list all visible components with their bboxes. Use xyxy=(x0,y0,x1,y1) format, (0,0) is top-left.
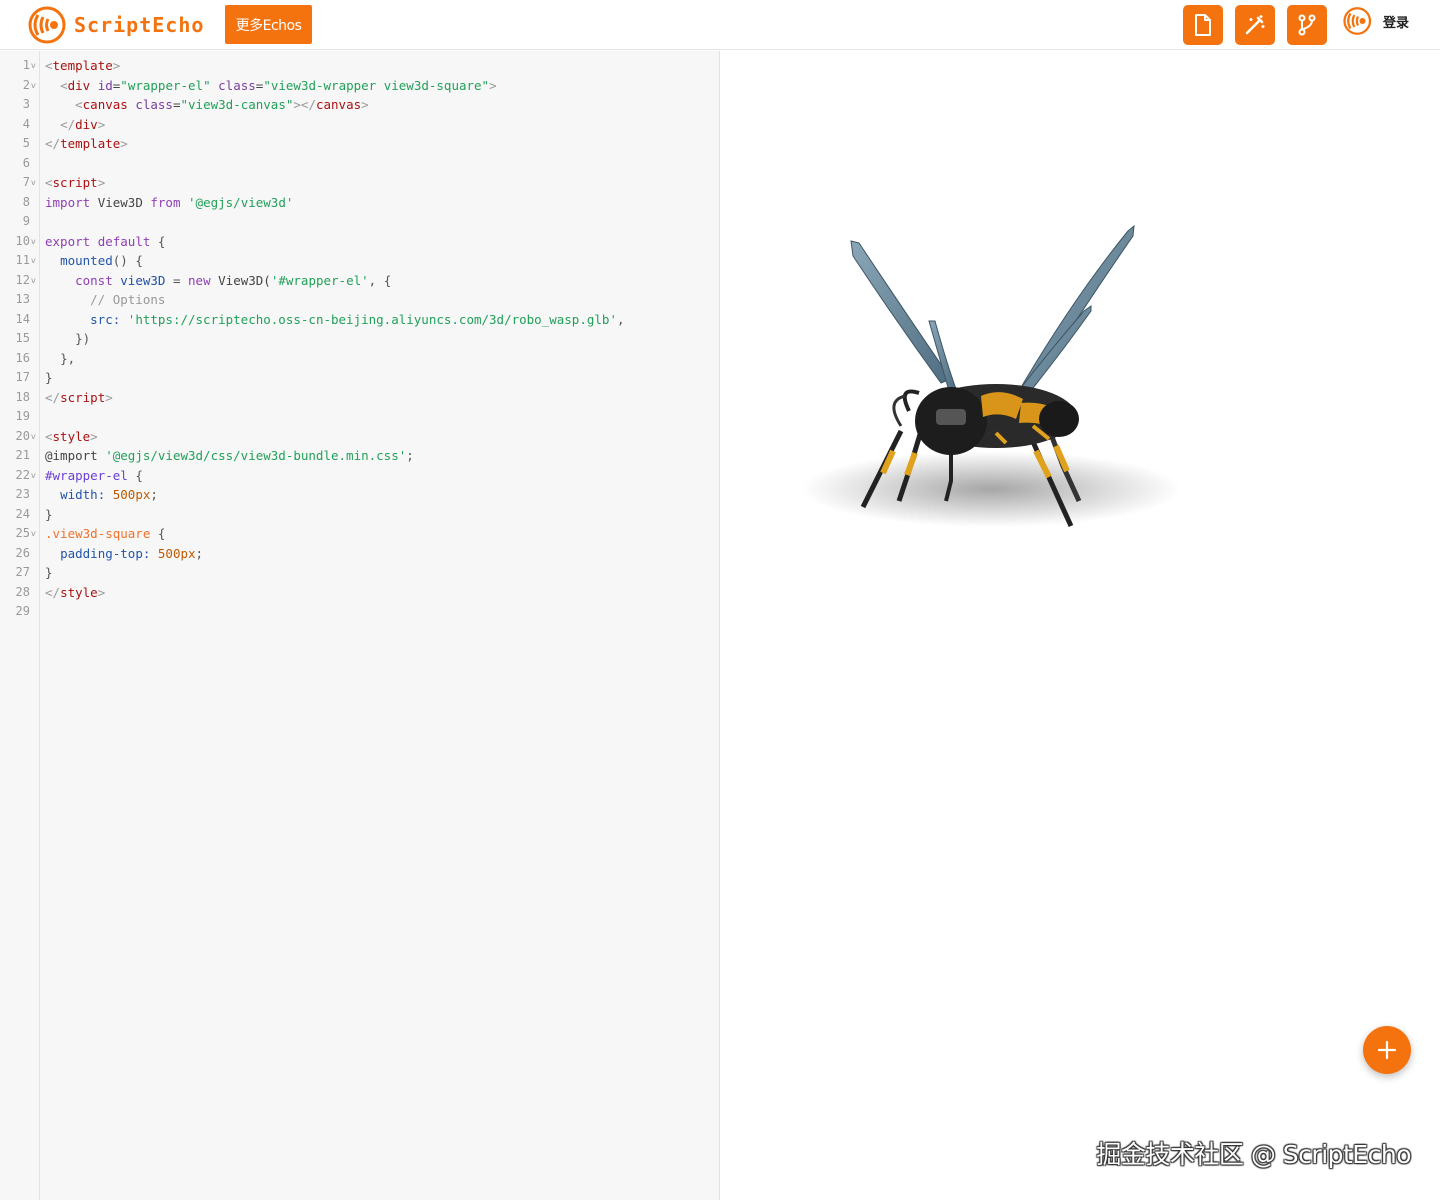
new-file-icon xyxy=(1195,14,1211,36)
fold-toggle-icon[interactable]: v xyxy=(31,56,39,76)
line-number: 21 xyxy=(15,448,30,462)
code-line: </script> xyxy=(45,389,113,405)
preview-pane: 掘金技术社区 @ ScriptEcho xyxy=(721,51,1440,1200)
code-line: } xyxy=(45,565,53,580)
line-number: 4 xyxy=(22,116,30,131)
line-number: 27 xyxy=(15,565,30,579)
code-line: </style> xyxy=(45,584,106,600)
line-number: 12 xyxy=(15,272,30,287)
code-line: width: 500px; xyxy=(60,487,158,502)
line-number: 24 xyxy=(15,506,30,521)
line-number: 28 xyxy=(15,584,30,599)
magic-button[interactable] xyxy=(1235,5,1275,45)
code-line: <style> xyxy=(45,428,98,444)
code-line: @import '@egjs/view3d/css/view3d-bundle.… xyxy=(45,448,414,463)
code-line: }) xyxy=(75,331,91,346)
fold-toggle-icon[interactable]: v xyxy=(31,232,39,252)
code-line: import View3D from '@egjs/view3d' xyxy=(45,194,294,210)
code-line: <template> xyxy=(45,58,121,73)
code-line: } xyxy=(45,506,53,522)
line-number: 29 xyxy=(15,604,30,618)
git-branch-icon xyxy=(1298,14,1316,36)
line-number-gutter: 1 v 2 v 3 4 5 6 7 v 8 9 10 v 11 v 12 v 1… xyxy=(0,51,40,1200)
code-line: <canvas class="view3d-canvas"></canvas> xyxy=(75,97,369,112)
line-number: 18 xyxy=(15,389,30,404)
code-line: export default { xyxy=(45,233,166,249)
line-number: 6 xyxy=(22,155,30,170)
code-line: const view3D = new View3D('#wrapper-el',… xyxy=(75,272,392,288)
add-fab-button[interactable] xyxy=(1363,1026,1411,1074)
line-number: 1 xyxy=(22,58,30,72)
login-area[interactable]: 登录 xyxy=(1343,5,1409,37)
fold-toggle-icon[interactable]: v xyxy=(31,466,39,486)
code-line: </div> xyxy=(60,116,106,132)
line-number: 2 xyxy=(22,77,30,92)
code-line: #wrapper-el { xyxy=(45,467,143,483)
fold-toggle-icon[interactable]: v xyxy=(31,427,39,447)
line-number: 22 xyxy=(15,467,30,482)
line-number: 9 xyxy=(22,214,30,228)
code-line: <script> xyxy=(45,175,106,190)
line-number: 11 xyxy=(15,253,30,267)
line-number: 15 xyxy=(15,331,30,345)
line-number: 10 xyxy=(15,233,30,248)
line-number: 13 xyxy=(15,292,30,306)
user-avatar-icon xyxy=(1343,7,1372,35)
plus-icon xyxy=(1377,1040,1397,1060)
top-bar: ScriptEcho 更多Echos 登录 xyxy=(0,0,1440,50)
line-number: 17 xyxy=(15,370,30,384)
code-line: src: 'https://scriptecho.oss-cn-beijing.… xyxy=(90,311,625,327)
code-line: } xyxy=(45,370,53,385)
code-line: .view3d-square { xyxy=(45,526,166,541)
scriptecho-logo-icon xyxy=(28,6,66,44)
code-line: // Options xyxy=(90,292,166,307)
code-content[interactable]: <template> <div id="wrapper-el" class="v… xyxy=(45,56,625,622)
code-line: <div id="wrapper-el" class="view3d-wrapp… xyxy=(60,77,497,93)
line-number: 25 xyxy=(15,526,30,540)
line-number: 26 xyxy=(15,545,30,560)
line-number: 5 xyxy=(22,136,30,150)
line-number: 23 xyxy=(15,487,30,501)
code-line: }, xyxy=(60,350,76,366)
fork-button[interactable] xyxy=(1287,5,1327,45)
line-number: 8 xyxy=(22,194,30,209)
code-line: </template> xyxy=(45,136,128,151)
magic-wand-icon xyxy=(1245,15,1265,35)
fold-toggle-icon[interactable]: v xyxy=(31,173,39,193)
line-number: 7 xyxy=(22,175,30,189)
fold-toggle-icon[interactable]: v xyxy=(31,76,39,96)
line-number: 14 xyxy=(15,311,30,326)
3d-wasp-model[interactable] xyxy=(801,171,1201,531)
watermark: 掘金技术社区 @ ScriptEcho xyxy=(1096,1140,1411,1169)
code-editor[interactable]: 1 v 2 v 3 4 5 6 7 v 8 9 10 v 11 v 12 v 1… xyxy=(0,51,720,1200)
line-number: 16 xyxy=(15,350,30,365)
brand-logo[interactable]: ScriptEcho xyxy=(28,6,204,44)
more-echos-button[interactable]: 更多Echos xyxy=(225,5,312,44)
fold-toggle-icon[interactable]: v xyxy=(31,251,39,271)
line-number: 20 xyxy=(15,428,30,443)
line-number: 3 xyxy=(22,97,30,111)
login-link[interactable]: 登录 xyxy=(1383,12,1409,31)
fold-toggle-icon[interactable]: v xyxy=(31,524,39,544)
code-line: padding-top: 500px; xyxy=(60,545,204,561)
code-line: mounted() { xyxy=(60,253,143,268)
brand-name: ScriptEcho xyxy=(74,13,205,37)
fold-toggle-icon[interactable]: v xyxy=(31,271,39,291)
line-number: 19 xyxy=(15,409,30,423)
new-file-button[interactable] xyxy=(1183,5,1223,45)
